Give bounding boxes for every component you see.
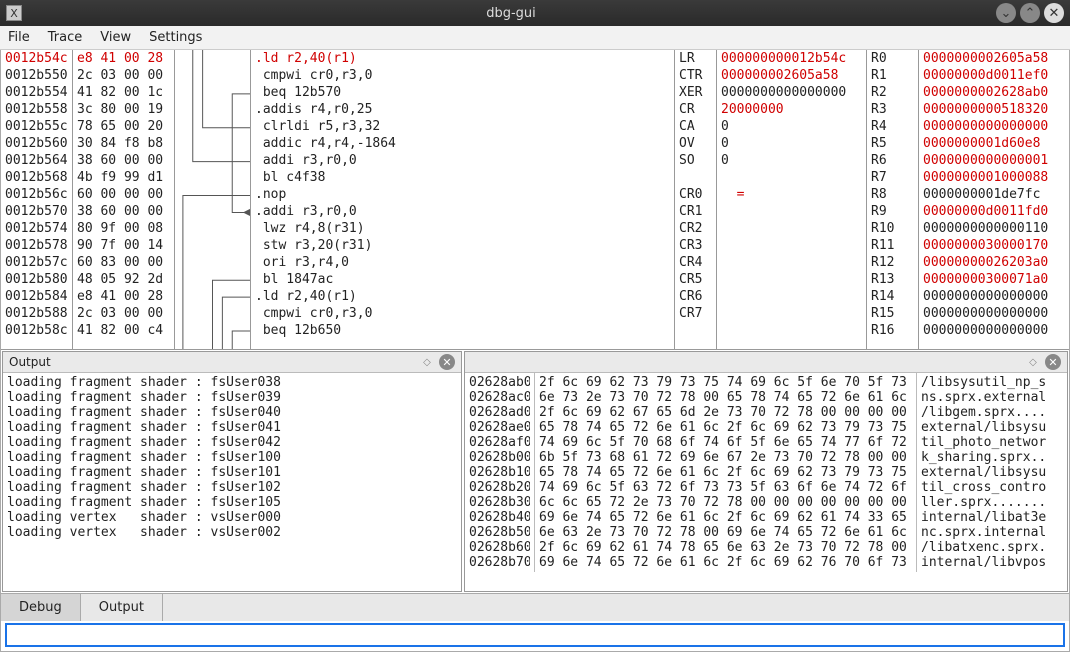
panel-close-icon[interactable]: ✕ [439, 354, 455, 370]
command-line[interactable] [5, 623, 1065, 647]
hex-bytes-column: 2f 6c 69 62 73 79 73 75 74 69 6c 5f 6e 7… [535, 373, 917, 572]
hexdump-body[interactable]: 02628ab002628ac002628ad002628ae002628af0… [465, 373, 1067, 572]
reg-left-name-column: LRCTRXERCRCAOVSOCR0CR1CR2CR3CR4CR5CR6CR7 [675, 50, 717, 349]
window-title: dbg-gui [30, 6, 992, 21]
maximize-button[interactable]: ⌃ [1020, 3, 1040, 23]
reg-right-value-column: 0000000002605a5800000000d0011ef000000000… [919, 50, 1069, 349]
reg-right-name-column: R0R1R2R3R4R5R6R7R8R9R10R11R12R13R14R15R1… [867, 50, 919, 349]
tab-output[interactable]: Output [81, 594, 163, 621]
panel-pin-icon[interactable]: ◇ [419, 354, 435, 370]
menu-bar: File Trace View Settings [0, 26, 1070, 50]
app-icon: X [6, 5, 22, 21]
panel-pin-icon[interactable]: ◇ [1025, 354, 1041, 370]
address-column: 0012b54c0012b5500012b5540012b5580012b55c… [1, 50, 73, 349]
menu-settings[interactable]: Settings [149, 30, 202, 45]
close-button[interactable]: ✕ [1044, 3, 1064, 23]
tab-debug[interactable]: Debug [1, 594, 81, 621]
output-panel-body[interactable]: loading fragment shader : fsUser038loadi… [3, 373, 461, 591]
menu-view[interactable]: View [100, 30, 131, 45]
hex-ascii-column: /libsysutil_np_sns.sprx.external/libgem.… [917, 373, 1067, 572]
output-panel: Output ◇ ✕ loading fragment shader : fsU… [2, 351, 462, 592]
panel-close-icon[interactable]: ✕ [1045, 354, 1061, 370]
disassembly-view[interactable]: 0012b54c0012b5500012b5540012b5580012b55c… [1, 50, 1069, 350]
branch-column [175, 50, 251, 349]
tab-bar: Debug Output [1, 593, 1069, 621]
reg-left-value-column: 000000000012b54c000000002605a58000000000… [717, 50, 867, 349]
output-panel-title: Output [9, 355, 415, 369]
command-input[interactable] [7, 625, 1063, 645]
mnemonic-column: .ld r2,40(r1) cmpwi cr0,r3,0 beq 12b570.… [251, 50, 675, 349]
menu-file[interactable]: File [8, 30, 30, 45]
title-bar: X dbg-gui ⌄ ⌃ ✕ [0, 0, 1070, 26]
hexdump-panel: ◇ ✕ 02628ab002628ac002628ad002628ae00262… [464, 351, 1068, 592]
bytes-column: e8 41 00 282c 03 00 0041 82 00 1c3c 80 0… [73, 50, 175, 349]
menu-trace[interactable]: Trace [48, 30, 83, 45]
minimize-button[interactable]: ⌄ [996, 3, 1016, 23]
hex-address-column: 02628ab002628ac002628ad002628ae002628af0… [465, 373, 535, 572]
